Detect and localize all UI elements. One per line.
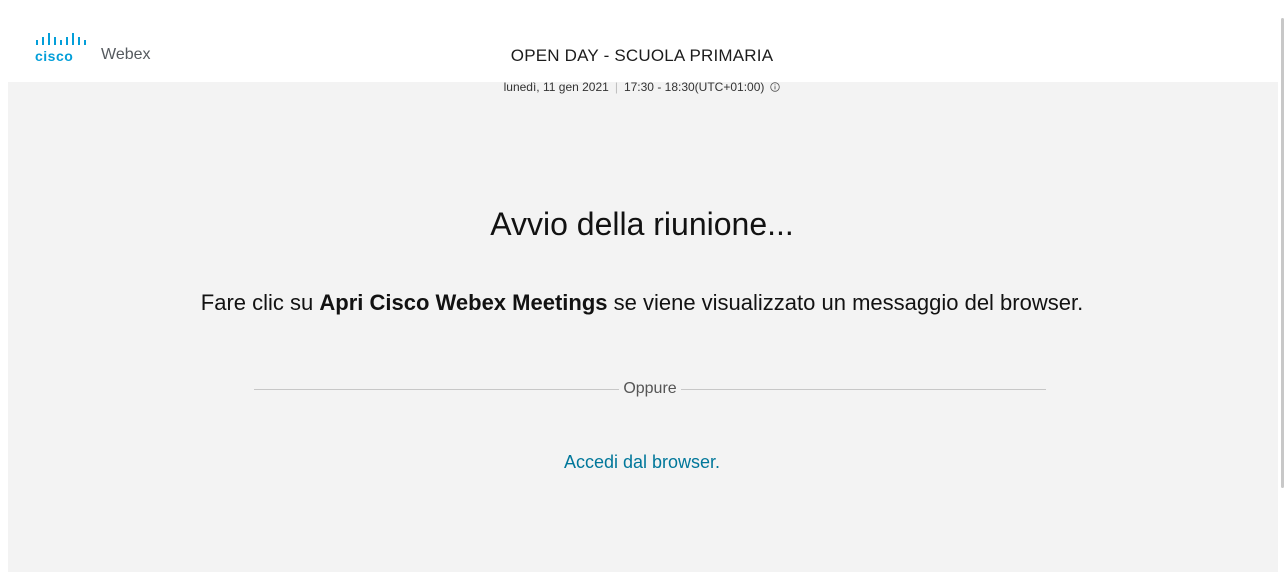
- scrollbar[interactable]: [1278, 0, 1284, 572]
- header: cisco Webex: [0, 0, 1278, 82]
- divider-line-right: [680, 388, 1046, 390]
- join-from-browser-link[interactable]: Accedi dal browser.: [0, 452, 1284, 473]
- page: cisco Webex OPEN DAY - SCUOLA PRIMARIA l…: [0, 0, 1284, 572]
- instruction-prefix: Fare clic su: [200, 290, 320, 315]
- meeting-title: OPEN DAY - SCUOLA PRIMARIA: [510, 46, 774, 65]
- starting-meeting-heading: Avvio della riunione...: [490, 206, 794, 242]
- meeting-schedule: lunedì, 11 gen 2021 | 17:30 - 18:30(UTC+…: [0, 80, 1284, 94]
- divider-label: Oppure: [623, 380, 677, 397]
- meeting-date: lunedì, 11 gen 2021: [503, 80, 609, 94]
- divider-line-left: [254, 388, 620, 390]
- launch-instruction: Fare clic su Apri Cisco Webex Meetings s…: [0, 290, 1284, 316]
- instruction-app-name: Apri Cisco Webex Meetings: [319, 290, 608, 315]
- cisco-bars-icon: [36, 33, 86, 45]
- instruction-suffix: se viene visualizzato un messaggio del b…: [607, 290, 1084, 315]
- schedule-separator: |: [614, 80, 618, 94]
- or-divider: Oppure: [254, 378, 1046, 400]
- meeting-time-range: 17:30 - 18:30(UTC+01:00): [623, 80, 765, 94]
- info-circle-icon[interactable]: [770, 82, 781, 92]
- main-panel: [8, 82, 1278, 572]
